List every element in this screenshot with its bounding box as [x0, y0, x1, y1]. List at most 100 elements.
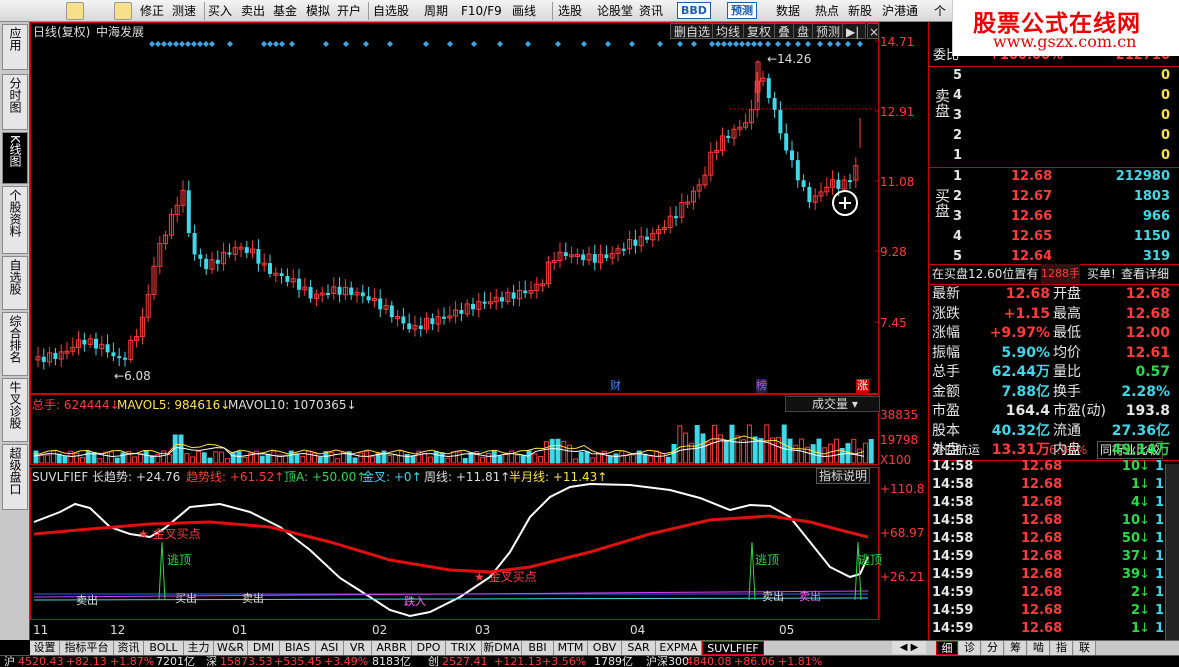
indicator-tab[interactable]: ASI — [316, 641, 344, 655]
toolbar-draw-button[interactable]: 画线 — [512, 3, 536, 19]
toolbar-hk-connect-button[interactable]: 沪港通 — [882, 3, 918, 19]
vtab-intraday[interactable]: 分时图 — [2, 74, 28, 130]
panel-toggle-icon[interactable]: ▶| — [842, 23, 866, 39]
sell-level-row[interactable]: 10 — [929, 146, 1179, 166]
back-icon[interactable] — [66, 2, 84, 20]
vtab-diagnosis[interactable]: 牛叉诊股 — [2, 378, 28, 442]
sell-level-row[interactable]: 40 — [929, 86, 1179, 106]
indicator-tab[interactable]: DMI — [248, 641, 280, 655]
indicator-tab[interactable]: ARBR — [372, 641, 412, 655]
vtab-apps[interactable]: 应用 — [2, 24, 28, 70]
indicator-tab[interactable]: SUVLFIEF — [702, 641, 764, 655]
indicator-tab[interactable]: MTM — [554, 641, 588, 655]
quote-tab[interactable]: 分 — [982, 641, 1004, 655]
buy-level-row[interactable]: 5 12.64 319 — [929, 247, 1179, 267]
quote-tab[interactable]: 联 — [1074, 641, 1096, 655]
toolbar-simulate-button[interactable]: 模拟 — [306, 3, 330, 19]
indicator-tab[interactable]: OBV — [588, 641, 622, 655]
volume-bar — [427, 456, 433, 464]
toolbar-f10-button[interactable]: F10/F9 — [461, 3, 502, 19]
indicator-tab[interactable]: 新DMA — [482, 641, 522, 655]
toolbar-bbd-button[interactable]: BBD — [677, 2, 711, 19]
indicator-tab[interactable]: SAR — [622, 641, 656, 655]
toolbar-ipo-button[interactable]: 新股 — [848, 3, 872, 19]
tab-scroll-arrows-icon[interactable]: ◀ ▶ — [892, 641, 926, 654]
indicator-tab[interactable]: VR — [344, 641, 372, 655]
market-button[interactable]: 盘 — [793, 23, 814, 39]
indicator-tab[interactable]: 主力 — [184, 641, 214, 655]
toolbar-more-button[interactable]: 个 — [934, 3, 946, 19]
toolbar-data-button[interactable]: 数据 — [776, 3, 800, 19]
stat-value: 2.28% — [1121, 383, 1170, 400]
indicator-tab[interactable]: 设置 — [30, 641, 60, 655]
volume-bar — [735, 435, 741, 464]
vtab-profile[interactable]: 个股资料 — [2, 186, 28, 254]
indicator-tab[interactable]: BBI — [522, 641, 554, 655]
buy-level-row[interactable]: 1 12.68 212980 — [929, 167, 1179, 187]
toolbar-stock-picker-button[interactable]: 选股 — [558, 3, 582, 19]
indicator-tab[interactable]: 资讯 — [114, 641, 144, 655]
down-arrow-icon[interactable] — [114, 2, 132, 20]
toolbar-sell-button[interactable]: 卖出 — [241, 3, 265, 19]
close-icon[interactable]: × — [867, 23, 879, 39]
volume-bar — [561, 440, 567, 464]
tick-time: 14:58 — [932, 495, 974, 510]
vtab-ranking[interactable]: 综合排名 — [2, 312, 28, 376]
candle-body — [244, 247, 249, 253]
financial-report-marker[interactable]: 财 — [610, 379, 621, 393]
overlay-button[interactable]: 叠 — [774, 23, 795, 39]
toolbar-period-button[interactable]: 周期 — [424, 3, 448, 19]
buy-level-row[interactable]: 3 12.66 966 — [929, 207, 1179, 227]
volume-bar — [793, 444, 799, 464]
big-order-notice[interactable]: 在买盘12.60位置有 1288手 买单! 查看详细 — [929, 264, 1179, 284]
toolbar-speedtest-button[interactable]: 测速 — [172, 3, 196, 19]
limit-up-marker[interactable]: 涨 — [856, 379, 869, 393]
indicator-tab[interactable]: BIAS — [280, 641, 316, 655]
toolbar-open-account-button[interactable]: 开户 — [337, 3, 361, 19]
adjust-button[interactable]: 复权 — [743, 23, 776, 39]
toolbar-hot-button[interactable]: 热点 — [815, 3, 839, 19]
buy-level-row[interactable]: 4 12.65 1150 — [929, 227, 1179, 247]
toolbar-buy-button[interactable]: 买入 — [208, 3, 232, 19]
volume-axis-label: 19798 — [880, 433, 919, 447]
volume-bar — [422, 453, 428, 464]
kline-chart-area[interactable]: 日线(复权) 中海发展 删自选 均线 复权 叠 盘 预测 ▶| × 14.71 … — [30, 22, 928, 640]
indicator-tab[interactable]: EXPMA — [656, 641, 702, 655]
vtab-super-book[interactable]: 超级盘口 — [2, 444, 28, 510]
quote-tab[interactable]: 指 — [1051, 641, 1073, 655]
sell-level-row[interactable]: 30 — [929, 106, 1179, 126]
quote-tab[interactable]: 筹 — [1005, 641, 1027, 655]
top-list-marker[interactable]: 榜 — [756, 379, 767, 393]
crosshair-cursor-icon — [832, 190, 858, 216]
quote-tab[interactable]: 诊 — [959, 641, 981, 655]
toolbar-fund-button[interactable]: 基金 — [273, 3, 297, 19]
toolbar-forum-button[interactable]: 论股堂 — [597, 3, 633, 19]
notice-detail-link[interactable]: 查看详细 — [1121, 264, 1169, 284]
vtab-watchlist[interactable]: 自选股 — [2, 256, 28, 310]
remove-watchlist-button[interactable]: 删自选 — [670, 23, 715, 39]
indicator-tab[interactable]: TRIX — [446, 641, 482, 655]
indicator-tab[interactable]: 指标平台 — [60, 641, 114, 655]
sell-level-row[interactable]: 20 — [929, 126, 1179, 146]
indicator-tab[interactable]: W&R — [214, 641, 248, 655]
status-item: +535.45 — [274, 655, 322, 667]
indicator-explain-button[interactable]: 指标说明 — [816, 468, 870, 484]
volume-bar — [85, 451, 91, 464]
ma-button[interactable]: 均线 — [712, 23, 745, 39]
toolbar-fix-button[interactable]: 修正 — [140, 3, 164, 19]
indicator-tab[interactable]: BOLL — [144, 641, 184, 655]
toolbar-news-button[interactable]: 资讯 — [639, 3, 663, 19]
volume-indicator-dropdown[interactable]: 成交量 ▾ — [785, 396, 880, 412]
buy-level-row[interactable]: 2 12.67 1803 — [929, 187, 1179, 207]
chart-canvas[interactable] — [30, 22, 928, 640]
sell-level-row[interactable]: 50 — [929, 66, 1179, 86]
volume-bar — [178, 434, 184, 464]
quote-tab[interactable]: 啮 — [1028, 641, 1050, 655]
signal-diamond-icon — [765, 41, 771, 47]
forecast-button[interactable]: 预测 — [812, 23, 845, 39]
quote-tab[interactable]: 细 — [936, 641, 958, 655]
toolbar-forecast-button[interactable]: 预测 — [727, 2, 757, 19]
indicator-tab[interactable]: DPO — [412, 641, 446, 655]
toolbar-watchlist-button[interactable]: 自选股 — [373, 3, 409, 19]
vtab-kline[interactable]: K线图 — [2, 132, 28, 184]
